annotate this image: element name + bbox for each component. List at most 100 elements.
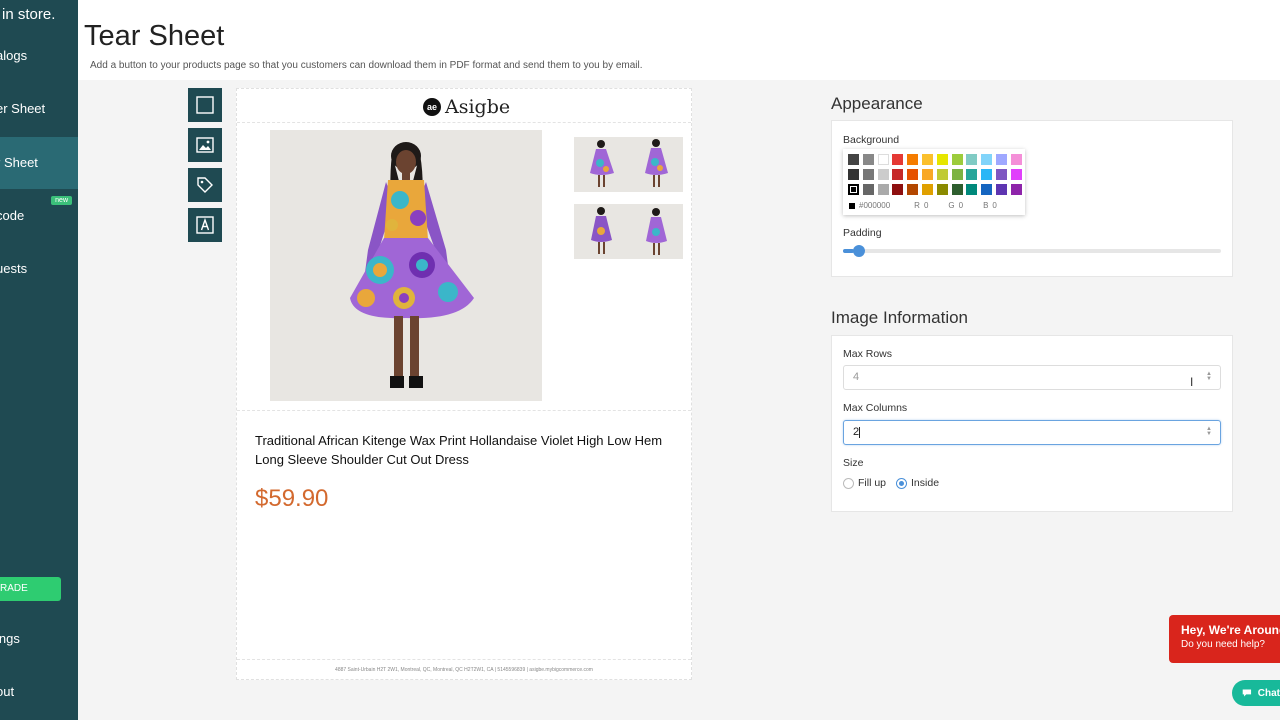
color-swatch[interactable] <box>966 183 978 195</box>
sidebar-item-catalogs[interactable]: alogs <box>0 30 78 82</box>
chat-greeting-bubble[interactable]: Hey, We're Around Do you need help? <box>1169 615 1280 663</box>
sidebar-item-label: er Sheet <box>0 101 46 116</box>
color-swatch[interactable] <box>996 168 1007 180</box>
color-swatch[interactable] <box>981 168 993 180</box>
b-value[interactable]: 0 <box>992 201 996 210</box>
store-logo: ae Asigbe <box>423 96 510 118</box>
divider <box>237 122 691 123</box>
g-value[interactable]: 0 <box>959 201 963 210</box>
padding-label: Padding <box>843 227 882 239</box>
background-label: Background <box>843 134 900 146</box>
sidebar-item-requests[interactable]: uests <box>0 243 78 295</box>
brand-logo-text: in store. <box>2 6 56 23</box>
color-swatch[interactable] <box>951 168 963 180</box>
text-icon <box>196 216 214 234</box>
color-swatch[interactable] <box>951 154 963 165</box>
color-swatch[interactable] <box>1010 183 1022 195</box>
inside-radio[interactable] <box>896 477 908 489</box>
chat-button[interactable]: Chat <box>1232 680 1280 706</box>
new-badge: new <box>51 196 72 205</box>
text-cursor-icon: I <box>1190 375 1194 389</box>
logo-badge: ae <box>423 98 441 116</box>
sidebar-item-label: code <box>0 208 25 223</box>
color-swatch[interactable] <box>862 154 874 165</box>
color-swatch[interactable] <box>966 154 978 165</box>
page-description: Add a button to your products page so th… <box>90 60 643 71</box>
text-caret <box>859 426 861 438</box>
selected-color-swatch <box>849 202 855 209</box>
square-icon <box>196 96 214 114</box>
color-swatch[interactable] <box>1010 154 1022 165</box>
chat-icon <box>1242 689 1252 697</box>
store-address: 4887 Saint-Urbain H2T 2W1, Montreal, QC,… <box>335 667 593 673</box>
sidebar-item-tear-sheet[interactable]: r Sheet <box>0 137 78 189</box>
chat-button-label: Chat <box>1257 687 1280 699</box>
color-swatch[interactable] <box>981 183 993 195</box>
color-swatch[interactable] <box>892 168 904 180</box>
image-tool-button[interactable] <box>188 128 222 162</box>
color-swatch[interactable] <box>907 183 919 195</box>
stepper-icon[interactable]: ▲ ▼ <box>1206 371 1212 382</box>
image-icon <box>196 137 214 153</box>
appearance-heading: Appearance <box>831 94 923 113</box>
max-rows-input[interactable]: 4 ▲ ▼ <box>843 365 1221 390</box>
sidebar-item-flyer-sheet[interactable]: er Sheet <box>0 83 78 135</box>
color-swatch[interactable] <box>892 183 904 195</box>
hex-value: #000000 <box>859 201 891 210</box>
color-values-row: #000000 R 0 G 0 B 0 <box>849 201 997 210</box>
color-swatch[interactable] <box>1010 168 1022 180</box>
b-label: B <box>983 201 989 210</box>
color-swatch[interactable] <box>907 154 919 165</box>
color-swatch[interactable] <box>996 154 1007 165</box>
r-value[interactable]: 0 <box>924 201 928 210</box>
color-swatch[interactable] <box>936 183 948 195</box>
text-tool-button[interactable] <box>188 208 222 242</box>
color-swatch[interactable] <box>848 183 859 195</box>
logo-text: Asigbe <box>445 96 511 118</box>
color-swatch[interactable] <box>892 154 904 165</box>
inside-label[interactable]: Inside <box>911 477 939 489</box>
color-swatch[interactable] <box>907 168 919 180</box>
upgrade-button[interactable]: RADE <box>0 577 61 601</box>
chat-greeting-heading: Hey, We're Around <box>1181 623 1280 637</box>
divider <box>237 410 691 411</box>
color-swatch[interactable] <box>936 154 948 165</box>
color-swatch[interactable] <box>848 168 859 180</box>
sidebar-item-label: uests <box>0 261 28 276</box>
color-swatch[interactable] <box>922 154 933 165</box>
color-swatch[interactable] <box>922 183 933 195</box>
padding-slider-handle[interactable] <box>853 245 866 257</box>
g-label: G <box>948 201 955 210</box>
tear-sheet-preview: ae Asigbe Traditional African Kitenge Wa… <box>236 88 692 680</box>
color-swatch[interactable] <box>936 168 948 180</box>
fill-up-label[interactable]: Fill up <box>858 477 886 489</box>
color-swatch[interactable] <box>951 183 963 195</box>
price-tag-tool-button[interactable] <box>188 168 222 202</box>
size-options: Fill up Inside <box>843 477 939 489</box>
color-swatch[interactable] <box>877 183 889 195</box>
color-swatch[interactable] <box>877 154 889 165</box>
color-swatch[interactable] <box>996 183 1007 195</box>
color-swatch[interactable] <box>862 168 874 180</box>
max-columns-label: Max Columns <box>843 402 908 414</box>
color-palette: #000000 R 0 G 0 B 0 <box>843 149 1025 215</box>
color-swatch[interactable] <box>981 154 993 165</box>
color-swatch[interactable] <box>848 154 859 165</box>
fill-up-radio[interactable] <box>843 477 854 489</box>
sidebar-item-logout[interactable]: out <box>0 666 78 718</box>
page-header: Tear Sheet Add a button to your products… <box>78 0 1280 80</box>
size-label: Size <box>843 457 864 469</box>
page-title: Tear Sheet <box>84 20 225 52</box>
stepper-icon[interactable]: ▲ ▼ <box>1206 426 1212 437</box>
thumbnail-image <box>574 204 683 259</box>
color-swatch[interactable] <box>922 168 933 180</box>
color-swatch[interactable] <box>862 183 874 195</box>
max-columns-input[interactable]: 2 ▲ ▼ <box>843 420 1221 445</box>
sidebar-item-settings[interactable]: ings <box>0 613 78 665</box>
color-swatch[interactable] <box>877 168 889 180</box>
color-swatch[interactable] <box>966 168 978 180</box>
sidebar-item-label: r Sheet <box>0 155 38 170</box>
padding-slider[interactable] <box>843 245 1221 257</box>
max-rows-label: Max Rows <box>843 348 893 360</box>
layout-tool-button[interactable] <box>188 88 222 122</box>
